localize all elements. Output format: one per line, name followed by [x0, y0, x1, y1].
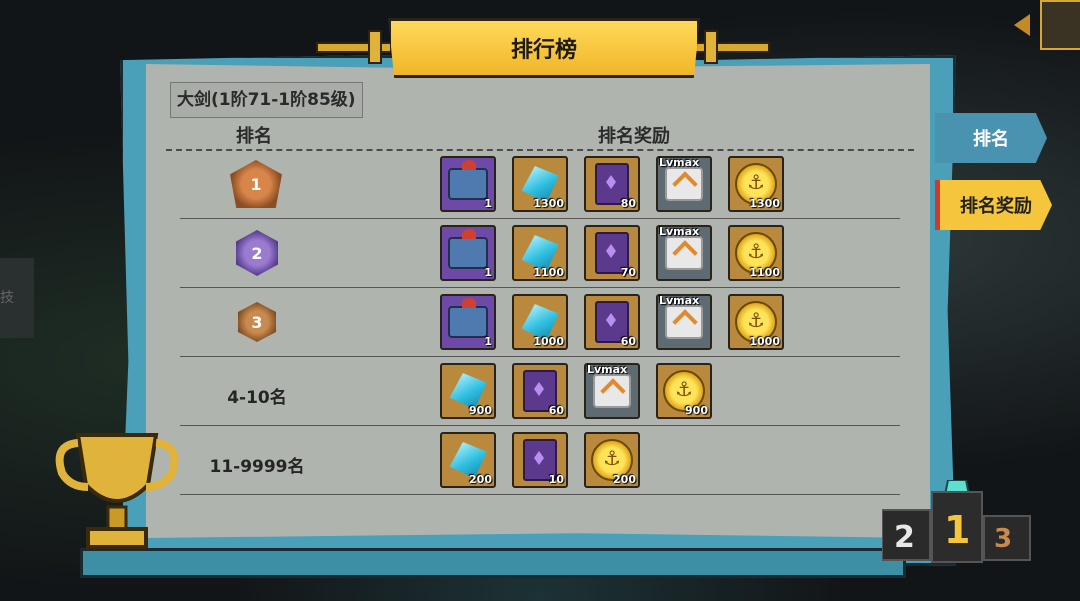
- reward-item[interactable]: Lvmax: [584, 363, 640, 419]
- category-label: 大剑(1阶71-1阶85级): [170, 82, 363, 118]
- reward-count: 900: [685, 404, 708, 417]
- page-title: 排行榜: [388, 18, 700, 78]
- podium-icon: 2 1 3: [881, 479, 1032, 565]
- reward-count: 1: [484, 266, 492, 279]
- reward-item[interactable]: 10: [512, 432, 568, 488]
- reward-item[interactable]: 1000: [512, 294, 568, 350]
- row-divider: [180, 287, 900, 288]
- scroll-icon: [593, 374, 631, 408]
- reward-count: 80: [620, 197, 636, 210]
- reward-count: 1100: [533, 266, 564, 279]
- reward-item[interactable]: 1: [440, 156, 496, 212]
- reward-item[interactable]: 1100: [512, 225, 568, 281]
- tab-ranking-rewards[interactable]: 排名奖励: [935, 180, 1052, 230]
- reward-count: 1100: [749, 266, 780, 279]
- reward-level: Lvmax: [659, 225, 700, 238]
- reward-level: Lvmax: [587, 363, 628, 376]
- reward-count: 10: [548, 473, 564, 486]
- reward-column-header: 排名奖励: [598, 126, 670, 147]
- rank-range-label: 11-9999名: [209, 457, 305, 477]
- reward-count: 1300: [749, 197, 780, 210]
- tab-ranking[interactable]: 排名: [935, 113, 1047, 163]
- reward-item[interactable]: 60: [512, 363, 568, 419]
- reward-item[interactable]: Lvmax: [656, 225, 712, 281]
- reward-item[interactable]: 1100: [728, 225, 784, 281]
- rank-column-header: 排名: [236, 126, 272, 147]
- reward-item[interactable]: 200: [440, 432, 496, 488]
- scroll-icon: [665, 305, 703, 339]
- reward-item[interactable]: 70: [584, 225, 640, 281]
- header-divider: [166, 149, 914, 151]
- reward-count: 1000: [749, 335, 780, 348]
- reward-item[interactable]: 900: [440, 363, 496, 419]
- left-side-fragment: 技: [0, 258, 34, 338]
- reward-level: Lvmax: [659, 156, 700, 169]
- reward-count: 1: [484, 335, 492, 348]
- sword-left-hilt: [368, 30, 382, 64]
- reward-count: 1000: [533, 335, 564, 348]
- rank-range-label: 4-10名: [227, 388, 287, 408]
- scroll-icon: [665, 167, 703, 201]
- reward-item[interactable]: 1300: [512, 156, 568, 212]
- reward-count: 900: [469, 404, 492, 417]
- row-divider: [180, 356, 900, 357]
- reward-count: 60: [548, 404, 564, 417]
- menu-corner-icon[interactable]: [1040, 0, 1080, 50]
- reward-count: 200: [469, 473, 492, 486]
- reward-item[interactable]: 1: [440, 294, 496, 350]
- reward-item[interactable]: 80: [584, 156, 640, 212]
- chest-icon: [448, 229, 488, 269]
- chest-icon: [448, 298, 488, 338]
- reward-item[interactable]: 60: [584, 294, 640, 350]
- reward-count: 60: [620, 335, 636, 348]
- reward-item[interactable]: 1300: [728, 156, 784, 212]
- reward-item[interactable]: 200: [584, 432, 640, 488]
- row-divider: [180, 425, 900, 426]
- reward-level: Lvmax: [659, 294, 700, 307]
- reward-count: 70: [620, 266, 636, 279]
- chest-icon: [448, 160, 488, 200]
- reward-item[interactable]: 1: [440, 225, 496, 281]
- reward-item[interactable]: 900: [656, 363, 712, 419]
- reward-item[interactable]: 1000: [728, 294, 784, 350]
- reward-item[interactable]: Lvmax: [656, 156, 712, 212]
- reward-count: 200: [613, 473, 636, 486]
- podium-third: 3: [994, 524, 1013, 554]
- sword-right-hilt: [704, 30, 718, 64]
- podium-second: 2: [894, 520, 915, 555]
- panel-base: [80, 548, 906, 578]
- reward-item[interactable]: Lvmax: [656, 294, 712, 350]
- row-divider: [180, 494, 900, 495]
- trophy-icon: [55, 433, 179, 549]
- reward-count: 1300: [533, 197, 564, 210]
- reward-count: 1: [484, 197, 492, 210]
- podium-first: 1: [944, 508, 971, 552]
- row-divider: [180, 218, 900, 219]
- scroll-icon: [665, 236, 703, 270]
